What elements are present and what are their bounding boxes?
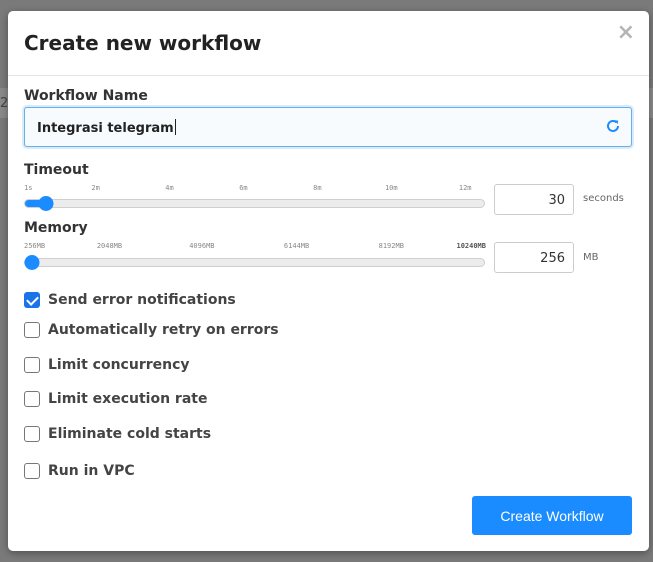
option-label: Run in VPC: [48, 463, 135, 479]
timeout-unit: seconds: [583, 193, 624, 204]
checkbox[interactable]: [24, 322, 40, 338]
memory-unit: MB: [583, 252, 599, 263]
dialog-title: Create new workflow: [24, 31, 262, 55]
create-workflow-button[interactable]: Create Workflow: [472, 496, 632, 535]
dialog-header: Create new workflow ×: [8, 11, 649, 76]
memory-slider[interactable]: [24, 255, 485, 270]
checkbox[interactable]: [24, 463, 40, 479]
memory-input[interactable]: 256: [494, 242, 574, 273]
option-label: Eliminate cold starts: [48, 426, 212, 442]
close-icon[interactable]: ×: [617, 22, 635, 44]
timeout-tick: 12m: [458, 184, 472, 192]
option-label: Limit concurrency: [48, 357, 190, 373]
memory-ticks: 256MB 2048MB 4096MB 6144MB 8192MB 10240M…: [24, 242, 486, 252]
memory-slider-thumb[interactable]: [24, 255, 40, 270]
option-limit-execution-rate[interactable]: Limit execution rate: [24, 390, 207, 408]
timeout-ticks: 1s 2m 4m 6m 8m 10m 12m: [24, 184, 486, 194]
checkbox[interactable]: [24, 292, 40, 308]
option-limit-concurrency[interactable]: Limit concurrency: [24, 356, 190, 374]
memory-tick: 8192MB: [378, 242, 404, 250]
option-eliminate-cold-starts[interactable]: Eliminate cold starts: [24, 425, 211, 443]
timeout-label: Timeout: [24, 162, 89, 178]
memory-tick: 2048MB: [96, 242, 123, 250]
workflow-name-value: Integrasi telegram: [37, 119, 176, 136]
memory-tick: 4096MB: [189, 242, 215, 250]
memory-tick: 256MB: [24, 242, 46, 250]
workflow-name-input[interactable]: Integrasi telegram: [24, 107, 632, 147]
workflow-name-label: Workflow Name: [24, 88, 148, 104]
option-send-error-notifications[interactable]: Send error notifications: [24, 291, 236, 309]
timeout-slider-thumb[interactable]: [38, 196, 54, 211]
checkbox[interactable]: [24, 426, 40, 442]
checkbox[interactable]: [24, 357, 40, 373]
create-workflow-dialog: Create new workflow × Workflow Name Inte…: [8, 11, 649, 551]
timeout-input[interactable]: 30: [494, 184, 574, 215]
timeout-tick: 8m: [313, 184, 322, 192]
timeout-tick: 2m: [91, 184, 100, 192]
refresh-icon[interactable]: [605, 118, 621, 134]
checkbox[interactable]: [24, 391, 40, 407]
timeout-tick: 4m: [165, 184, 174, 192]
timeout-tick: 6m: [239, 184, 248, 192]
text-caret: [174, 119, 176, 135]
memory-tick: 10240MB: [456, 242, 486, 250]
memory-tick: 6144MB: [283, 242, 310, 250]
timeout-tick: 1s: [24, 184, 33, 192]
memory-value: 256: [540, 251, 565, 266]
timeout-value: 30: [548, 193, 565, 208]
timeout-tick: 10m: [384, 184, 398, 192]
memory-label: Memory: [24, 220, 88, 236]
timeout-slider[interactable]: [24, 196, 485, 211]
option-label: Send error notifications: [48, 292, 236, 308]
option-label: Limit execution rate: [48, 391, 208, 407]
option-label: Automatically retry on errors: [48, 322, 279, 338]
option-run-in-vpc[interactable]: Run in VPC: [24, 462, 135, 480]
option-automatically-retry[interactable]: Automatically retry on errors: [24, 321, 279, 339]
